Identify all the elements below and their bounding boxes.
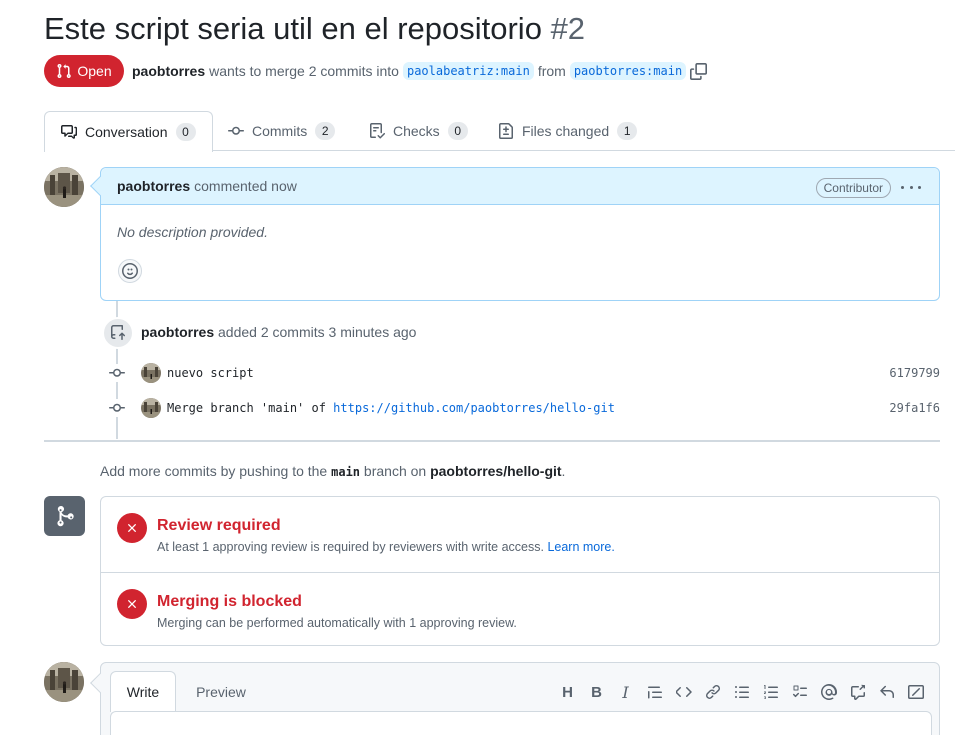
git-merge-icon — [44, 496, 85, 536]
x-circle-icon — [117, 589, 147, 619]
merging-blocked-title: Merging is blocked — [157, 593, 302, 610]
repo-push-icon — [111, 325, 126, 340]
code-icon[interactable] — [669, 681, 698, 703]
tab-counter: 1 — [617, 122, 638, 140]
tab-label: Conversation — [85, 124, 168, 140]
learn-more-link[interactable]: Learn more. — [547, 540, 614, 554]
link-icon[interactable] — [698, 681, 727, 703]
hint-prefix: Add more commits by pushing to the — [100, 463, 328, 479]
pr-title: Este script seria util en el repositorio — [44, 11, 542, 46]
tab-label: Commits — [252, 123, 308, 139]
hint-mid: branch on — [363, 463, 427, 479]
add-reaction-button[interactable] — [118, 259, 142, 283]
pr-summary-text: wants to merge 2 commits into — [209, 63, 399, 79]
composer-pointer — [90, 673, 110, 693]
tasklist-icon[interactable] — [785, 681, 814, 703]
commit-sha[interactable]: 6179799 — [889, 366, 940, 380]
comment-box: paobtorres commented now Contributor No … — [90, 167, 940, 301]
merging-blocked-section: Merging is blocked Merging can be perfor… — [101, 572, 939, 647]
push-event-text: paobtorres added 2 commits 3 minutes ago — [141, 322, 416, 342]
push-summary: added 2 commits 3 minutes ago — [218, 324, 417, 340]
timeline-divider — [44, 440, 940, 442]
smiley-icon — [122, 263, 138, 279]
tab-label: Files changed — [522, 123, 610, 139]
merge-status-box: Review required At least 1 approving rev… — [100, 496, 940, 646]
tab-counter: 0 — [175, 123, 196, 141]
markdown-toolbar: H B I — [553, 681, 930, 703]
comment-author[interactable]: paobtorres — [117, 178, 190, 194]
push-hint: Add more commits by pushing to the main … — [100, 461, 565, 482]
comment-textarea[interactable] — [110, 711, 932, 735]
x-circle-icon — [117, 513, 147, 543]
push-event-badge — [102, 317, 134, 349]
avatar[interactable] — [44, 167, 84, 207]
tab-write[interactable]: Write — [110, 671, 176, 712]
head-branch-label[interactable]: paobtorres:main — [569, 62, 687, 80]
comment-header: paobtorres commented now — [101, 168, 939, 205]
commit-message-link[interactable]: https://github.com/paobtorres/hello-git — [333, 401, 615, 415]
copy-icon[interactable] — [690, 62, 708, 80]
quote-icon[interactable] — [640, 681, 669, 703]
cross-reference-icon[interactable] — [843, 681, 872, 703]
kebab-menu-icon[interactable] — [901, 178, 921, 196]
mention-icon[interactable] — [814, 681, 843, 703]
pr-tabs: Conversation 0 Commits 2 Checks 0 Files … — [44, 111, 955, 152]
tab-checks[interactable]: Checks 0 — [369, 111, 468, 151]
pr-title-row: Este script seria util en el repositorio… — [44, 8, 585, 50]
commit-row: Merge branch 'main' of https://github.co… — [108, 397, 940, 419]
fullscreen-icon[interactable] — [901, 681, 930, 703]
pr-number: #2 — [550, 11, 586, 46]
hint-repo-link[interactable]: paobtorres/hello-git — [430, 463, 561, 479]
review-required-title: Review required — [157, 517, 281, 534]
heading-icon[interactable]: H — [553, 681, 582, 703]
tab-files-changed[interactable]: Files changed 1 — [498, 111, 638, 151]
hint-branch: main — [331, 465, 361, 479]
file-diff-icon — [499, 123, 513, 139]
comment-body: No description provided. — [117, 224, 268, 240]
tab-counter: 0 — [447, 122, 468, 140]
from-text: from — [537, 63, 566, 79]
ordered-list-icon[interactable] — [756, 681, 785, 703]
git-commit-icon — [108, 364, 126, 382]
reply-icon[interactable] — [872, 681, 901, 703]
base-branch-label[interactable]: paolabeatriz:main — [402, 62, 534, 80]
merging-blocked-desc: Merging can be performed automatically w… — [157, 616, 517, 630]
git-commit-icon — [228, 126, 244, 135]
checklist-icon — [370, 123, 385, 139]
review-desc-text: At least 1 approving review is required … — [157, 540, 544, 554]
avatar[interactable] — [141, 398, 161, 418]
comment-composer: Write Preview H B I — [90, 662, 940, 735]
tab-conversation[interactable]: Conversation 0 — [44, 111, 213, 152]
pr-meta: paobtorres wants to merge 2 commits into… — [132, 60, 708, 82]
comment-discussion-icon — [61, 125, 77, 139]
git-commit-icon — [108, 399, 126, 417]
hint-suffix: . — [561, 463, 566, 479]
contributor-badge: Contributor — [815, 178, 891, 198]
unordered-list-icon[interactable] — [727, 681, 756, 703]
tab-label: Checks — [393, 123, 440, 139]
commit-message[interactable]: Merge branch 'main' of https://github.co… — [167, 401, 615, 415]
commit-row: nuevo script 6179799 — [108, 362, 940, 384]
pr-author-link[interactable]: paobtorres — [132, 63, 205, 79]
avatar[interactable] — [44, 662, 84, 702]
git-pull-request-icon — [57, 64, 72, 79]
italic-icon[interactable]: I — [611, 681, 640, 703]
comment-timestamp[interactable]: commented now — [194, 178, 297, 194]
pr-state-label: Open — [77, 63, 112, 79]
review-required-section: Review required At least 1 approving rev… — [101, 497, 939, 572]
commit-message[interactable]: nuevo script — [167, 366, 254, 380]
tab-counter: 2 — [315, 122, 336, 140]
tab-preview[interactable]: Preview — [189, 671, 253, 712]
push-author[interactable]: paobtorres — [141, 324, 214, 340]
commit-message-text: Merge branch 'main' of — [167, 401, 334, 415]
bold-icon[interactable]: B — [582, 681, 611, 703]
pr-state-badge: Open — [44, 55, 124, 87]
review-required-desc: At least 1 approving review is required … — [157, 540, 615, 554]
commit-sha[interactable]: 29fa1f6 — [889, 401, 940, 415]
avatar[interactable] — [141, 363, 161, 383]
tab-commits[interactable]: Commits 2 — [228, 111, 336, 151]
